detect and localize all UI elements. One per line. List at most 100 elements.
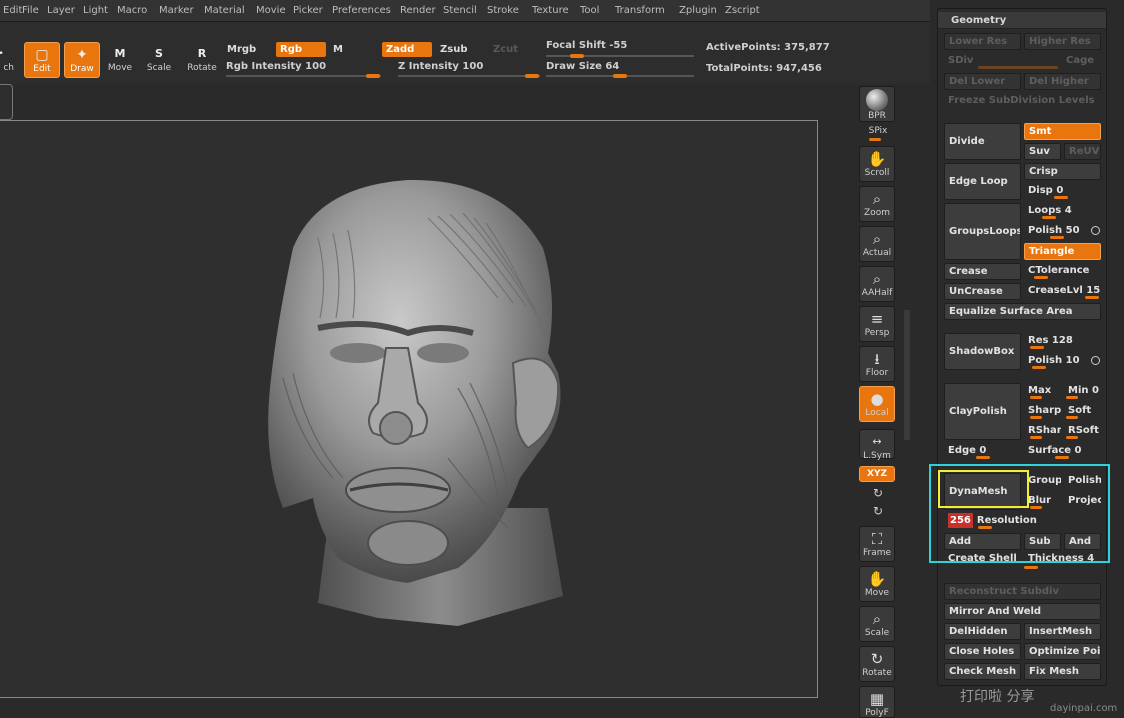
menu-zscript[interactable]: Zscript [725,5,760,16]
draw-size-knob[interactable] [613,74,627,78]
menu-render[interactable]: Render [400,5,436,16]
mirror-and-weld-button[interactable]: Mirror And Weld [944,603,1101,620]
higher-res-button[interactable]: Higher Res [1024,33,1101,50]
sharp-knob[interactable] [1030,416,1042,419]
panel-divider[interactable] [904,310,910,440]
rgb-intensity-slider[interactable]: Rgb Intensity 100 [226,61,326,72]
lsym-button[interactable]: ↔ L.Sym [859,429,895,461]
frame-button[interactable]: ⛶ Frame [859,526,895,562]
triangle-toggle[interactable]: Triangle [1024,243,1101,260]
crease-button[interactable]: Crease [944,263,1021,280]
sdiv-track[interactable] [978,66,1058,69]
del-lower-button[interactable]: Del Lower [944,73,1021,90]
lower-res-button[interactable]: Lower Res [944,33,1021,50]
creaselvl-knob[interactable] [1085,296,1099,299]
document-tab-handle[interactable] [0,84,13,120]
aahalf-button[interactable]: ⌕ AAHalf [859,266,895,302]
del-higher-button[interactable]: Del Higher [1024,73,1101,90]
menu-preferences[interactable]: Preferences [332,5,391,16]
min-knob[interactable] [1066,396,1078,399]
menu-light[interactable]: Light [83,5,108,16]
menu-file[interactable]: File [22,5,39,16]
sketch-button[interactable]: • ch [0,42,16,78]
cage-button[interactable]: Cage [1062,53,1102,70]
move-view-button[interactable]: ✋ Move [859,566,895,602]
z-intensity-track[interactable] [398,75,540,77]
close-holes-button[interactable]: Close Holes [944,643,1021,660]
rgb-button[interactable]: Rgb [276,42,326,57]
menu-texture[interactable]: Texture [532,5,569,16]
polish-knob[interactable] [1050,236,1064,239]
mrgb-button[interactable]: Mrgb [223,42,273,57]
edge-loop-button[interactable]: Edge Loop [944,163,1021,200]
loops-slider[interactable]: Loops 4 [1024,203,1101,220]
res-knob[interactable] [1030,346,1044,349]
z-intensity-slider[interactable]: Z Intensity 100 [398,61,483,72]
ctolerance-knob[interactable] [1034,276,1048,279]
rgb-intensity-knob[interactable] [366,74,380,78]
scale-button[interactable]: S Scale [141,42,177,78]
rotate-view-button[interactable]: ↻ Rotate [859,646,895,682]
menu-stroke[interactable]: Stroke [487,5,519,16]
freeze-subdivision-button[interactable]: Freeze SubDivision Levels [944,93,1102,110]
shadowbox-polish-knob[interactable] [1032,366,1046,369]
persp-button[interactable]: ≡ Persp [859,306,895,342]
smt-toggle[interactable]: Smt [1024,123,1101,140]
spix-knob[interactable] [869,138,881,141]
disp-knob[interactable] [1054,196,1068,199]
spix-slider[interactable]: SPix [852,126,904,136]
groups-loops-button[interactable]: GroupsLoops [944,203,1021,260]
scroll-button[interactable]: ✋ Scroll [859,146,895,182]
loops-knob[interactable] [1042,216,1056,219]
draw-size-slider[interactable]: Draw Size 64 [546,61,619,72]
zadd-button[interactable]: Zadd [382,42,432,57]
soft-knob[interactable] [1066,416,1078,419]
menu-zplugin[interactable]: Zplugin [679,5,717,16]
scale-view-button[interactable]: ⌕ Scale [859,606,895,642]
actual-button[interactable]: ⌕ Actual [859,226,895,262]
edit-button[interactable]: ▢ Edit [24,42,60,78]
menu-movie[interactable]: Movie [256,5,286,16]
equalize-surface-button[interactable]: Equalize Surface Area [944,303,1101,320]
menu-picker[interactable]: Picker [293,5,323,16]
rotate-z-icon[interactable]: ↻ [852,504,904,518]
crisp-toggle[interactable]: Crisp [1024,163,1101,180]
menu-macro[interactable]: Macro [117,5,147,16]
xyz-button[interactable]: XYZ [859,466,895,482]
thickness-knob[interactable] [1024,566,1038,569]
polish-circle-toggle[interactable] [1091,226,1100,235]
insertmesh-button[interactable]: InsertMesh [1024,623,1101,640]
shadowbox-polish-circle-toggle[interactable] [1091,356,1100,365]
zoom-button[interactable]: ⌕ Zoom [859,186,895,222]
menu-transform[interactable]: Transform [615,5,665,16]
menu-edit[interactable]: Edit [3,5,22,16]
polyf-button[interactable]: ▦ PolyF [859,686,895,718]
sculpt-head-model[interactable] [258,178,588,633]
focal-shift-track[interactable] [546,55,694,57]
menu-stencil[interactable]: Stencil [443,5,477,16]
menu-tool[interactable]: Tool [580,5,599,16]
shadowbox-button[interactable]: ShadowBox [944,333,1021,370]
rsoft-knob[interactable] [1066,436,1078,439]
uncrease-button[interactable]: UnCrease [944,283,1021,300]
claypolish-button[interactable]: ClayPolish [944,383,1021,440]
divide-button[interactable]: Divide [944,123,1021,160]
menu-layer[interactable]: Layer [47,5,75,16]
m-button[interactable]: M [329,42,379,57]
fix-mesh-button[interactable]: Fix Mesh [1024,663,1101,680]
suv-toggle[interactable]: Suv [1024,143,1061,160]
edge-knob[interactable] [976,456,990,459]
reconstruct-subdiv-button[interactable]: Reconstruct Subdiv [944,583,1101,600]
bpr-button[interactable]: BPR [859,86,895,122]
move-button[interactable]: M Move [102,42,138,78]
surface-knob[interactable] [1055,456,1069,459]
floor-button[interactable]: ⭳ Floor [859,346,895,382]
z-intensity-knob[interactable] [525,74,539,78]
max-knob[interactable] [1030,396,1042,399]
check-mesh-button[interactable]: Check Mesh [944,663,1021,680]
optimize-points-button[interactable]: Optimize Poi [1024,643,1101,660]
menu-material[interactable]: Material [204,5,245,16]
focal-shift-slider[interactable]: Focal Shift -55 [546,40,627,51]
draw-button[interactable]: ✦ Draw [64,42,100,78]
delhidden-button[interactable]: DelHidden [944,623,1021,640]
